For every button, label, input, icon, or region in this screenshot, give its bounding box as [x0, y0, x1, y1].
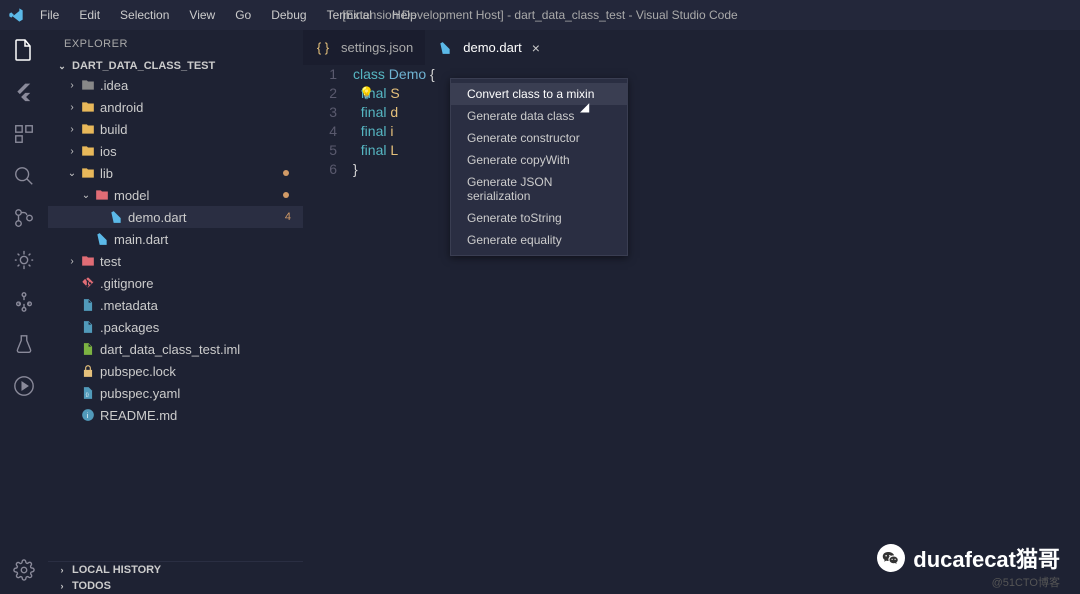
wechat-icon [877, 544, 905, 572]
git-tree-icon[interactable] [12, 290, 36, 314]
tree-item[interactable]: ⌄lib [48, 162, 303, 184]
extensions-icon[interactable] [12, 122, 36, 146]
settings-icon[interactable] [12, 558, 36, 582]
activity-bar [0, 30, 48, 594]
tree-item[interactable]: main.dart [48, 228, 303, 250]
debug-icon[interactable] [12, 248, 36, 272]
tree-item[interactable]: ›android [48, 96, 303, 118]
code-action-option[interactable]: Generate constructor [451, 127, 627, 149]
tree-item[interactable]: ›build [48, 118, 303, 140]
menu-edit[interactable]: Edit [71, 4, 108, 26]
code-action-menu: Convert class to a mixinGenerate data cl… [450, 78, 628, 256]
sidebar-title: EXPLORER [48, 30, 303, 58]
tree-item[interactable]: ›.idea [48, 74, 303, 96]
code-action-option[interactable]: Generate JSON serialization [451, 171, 627, 207]
source-control-icon[interactable] [12, 206, 36, 230]
play-circle-icon[interactable] [12, 374, 36, 398]
menu-go[interactable]: Go [227, 4, 259, 26]
tree-item[interactable]: ⌄model [48, 184, 303, 206]
tab-demo-dart[interactable]: demo.dart× [425, 30, 556, 65]
line-gutter: 123456 [303, 65, 353, 594]
tree-item[interactable]: dart_data_class_test.iml [48, 338, 303, 360]
lightbulb-icon[interactable]: 💡 [359, 86, 374, 100]
tab-settings-json[interactable]: { }settings.json [303, 30, 425, 65]
tree-item[interactable]: .metadata [48, 294, 303, 316]
tree-item[interactable]: demo.dart4 [48, 206, 303, 228]
menu-file[interactable]: File [32, 4, 67, 26]
section-local-history[interactable]: ›LOCAL HISTORY [48, 562, 303, 578]
flutter-icon[interactable] [12, 80, 36, 104]
code-action-option[interactable]: Generate toString [451, 207, 627, 229]
menu-debug[interactable]: Debug [263, 4, 314, 26]
tree-item[interactable]: pubspec.lock [48, 360, 303, 382]
tabs: { }settings.jsondemo.dart× [303, 30, 1080, 65]
project-header[interactable]: ⌄DART_DATA_CLASS_TEST [48, 58, 303, 74]
svg-text:{}: {} [86, 392, 90, 397]
titlebar: FileEditSelectionViewGoDebugTerminalHelp… [0, 0, 1080, 30]
code-action-option[interactable]: Convert class to a mixin [451, 83, 627, 105]
editor-area: { }settings.jsondemo.dart× 123456 class … [303, 30, 1080, 594]
test-icon[interactable] [12, 332, 36, 356]
tree-item[interactable]: ›test [48, 250, 303, 272]
editor[interactable]: 123456 class Demo { final S final d fina… [303, 65, 1080, 594]
section-todos[interactable]: ›TODOS [48, 578, 303, 594]
menu-selection[interactable]: Selection [112, 4, 177, 26]
code-action-option[interactable]: Generate copyWith [451, 149, 627, 171]
tree-item[interactable]: iREADME.md [48, 404, 303, 426]
tree-item[interactable]: {}pubspec.yaml [48, 382, 303, 404]
vscode-logo-icon [8, 7, 24, 23]
search-icon[interactable] [12, 164, 36, 188]
sidebar: EXPLORER ⌄DART_DATA_CLASS_TEST ›.idea›an… [48, 30, 303, 594]
tree-item[interactable]: .packages [48, 316, 303, 338]
watermark: ducafecat猫哥 [877, 542, 1060, 574]
tree-item[interactable]: ›ios [48, 140, 303, 162]
explorer-icon[interactable] [12, 38, 36, 62]
tab-close-icon[interactable]: × [528, 40, 544, 56]
code-action-option[interactable]: Generate data class [451, 105, 627, 127]
window-title: [Extension Development Host] - dart_data… [342, 8, 737, 22]
tree-item[interactable]: .gitignore [48, 272, 303, 294]
watermark-sub: @51CTO博客 [992, 574, 1060, 590]
menu-view[interactable]: View [181, 4, 223, 26]
code-action-option[interactable]: Generate equality [451, 229, 627, 251]
file-tree: ›.idea›android›build›ios⌄lib⌄modeldemo.d… [48, 74, 303, 561]
